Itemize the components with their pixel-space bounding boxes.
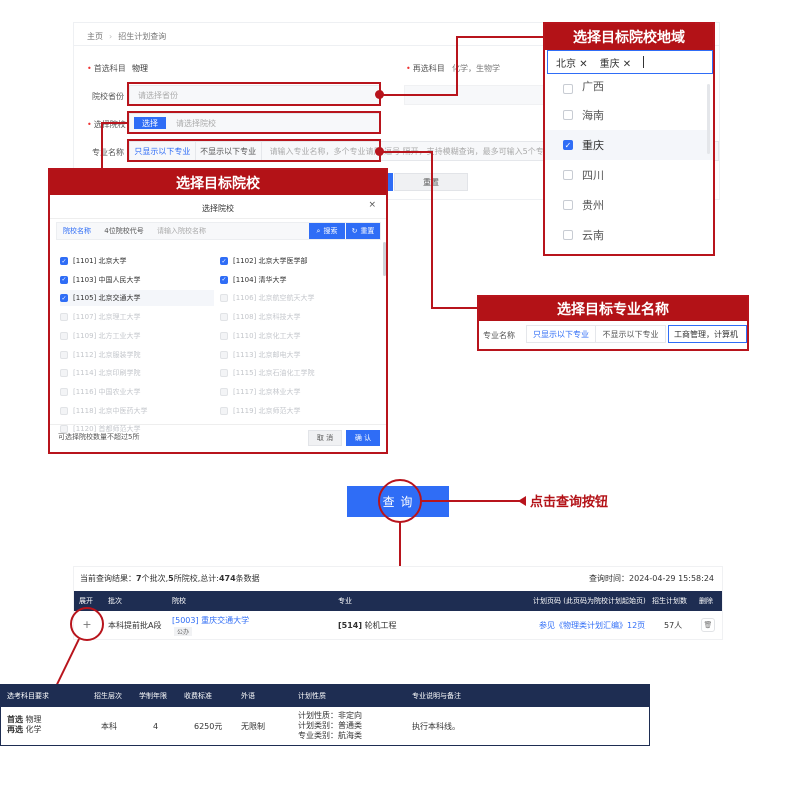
detail-table: 选考科目要求 招生层次 学制年限 收费标准 外语 计划性质 专业说明与备注 首选… [0, 684, 650, 746]
detail-nature: 计划性质：非定向 计划类别：普通类 专业类别：航海类 [298, 711, 362, 740]
detail-header: 选考科目要求 [7, 692, 49, 700]
detail-header: 计划性质 [298, 692, 326, 700]
detail-header: 招生层次 [94, 692, 122, 700]
detail-level: 本科 [101, 721, 117, 731]
detail-language: 无限制 [241, 721, 265, 731]
detail-header: 外语 [241, 692, 255, 700]
detail-fee: 6250元 [194, 721, 223, 731]
detail-years: 4 [153, 721, 159, 731]
detail-header: 学制年限 [139, 692, 167, 700]
detail-header: 专业说明与备注 [412, 692, 461, 700]
detail-remark: 执行本科线。 [412, 721, 460, 731]
detail-subjects: 首选 物理 再选 化学 [7, 715, 42, 734]
detail-header: 收费标准 [184, 692, 212, 700]
expand-arrow [43, 638, 80, 711]
